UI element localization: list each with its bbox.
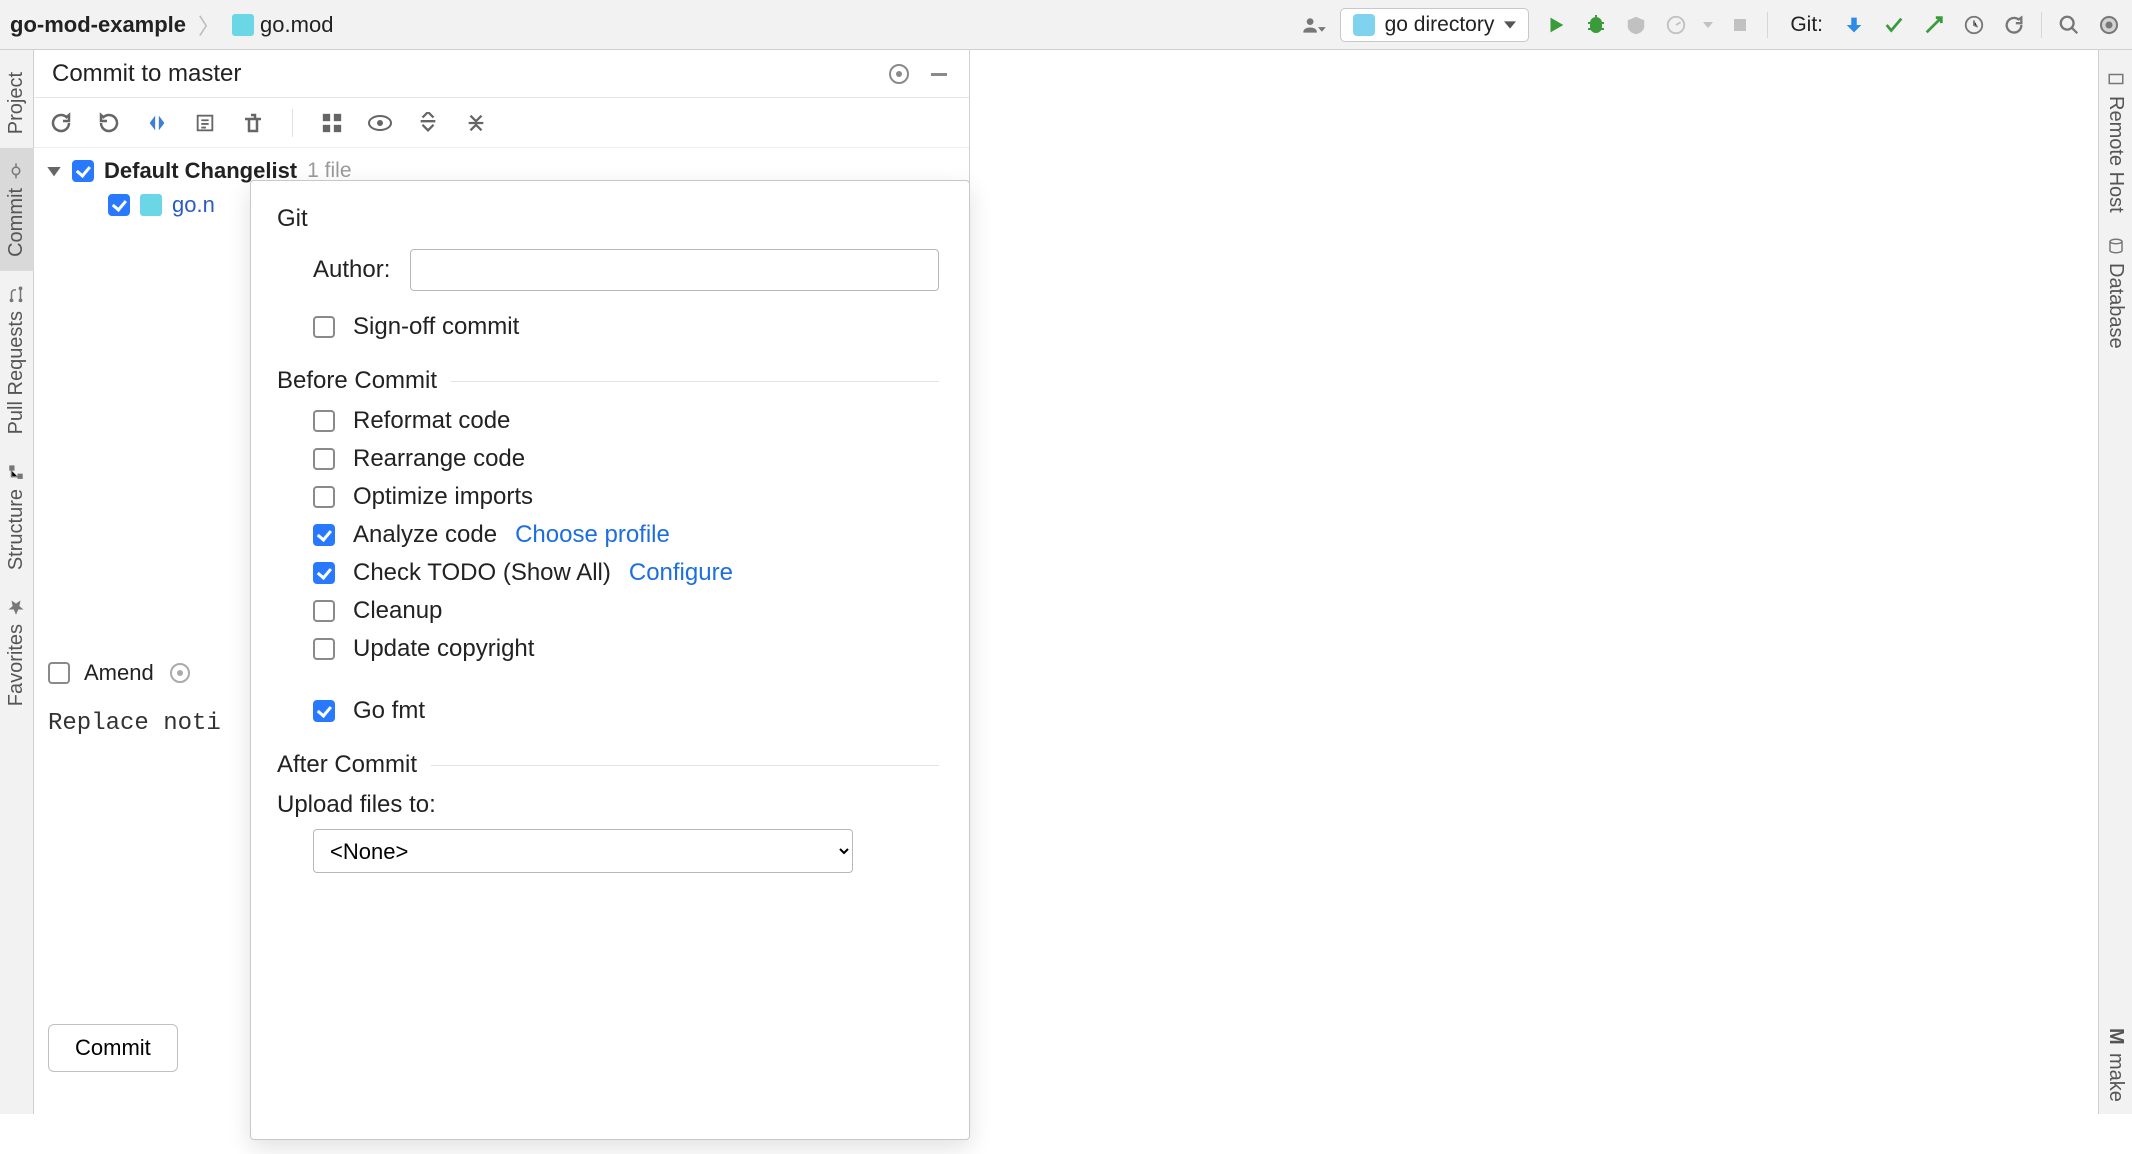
changelist-checkbox[interactable] [72, 160, 94, 182]
chevron-down-icon[interactable] [46, 163, 62, 179]
collapse-all-icon[interactable] [463, 110, 489, 136]
tab-database[interactable]: Database [2098, 225, 2132, 361]
minimize-icon[interactable] [927, 62, 951, 86]
analyze-label: Analyze code [353, 521, 497, 549]
tab-make[interactable]: Mmake [2098, 1016, 2132, 1114]
gopher-icon [1353, 14, 1375, 36]
todo-link[interactable]: Configure [629, 559, 733, 587]
upload-label: Upload files to: [277, 791, 939, 819]
push-icon[interactable] [1921, 12, 1947, 38]
tab-structure[interactable]: Structure [0, 449, 34, 584]
breadcrumb-project[interactable]: go-mod-example [10, 12, 186, 38]
signoff-label: Sign-off commit [353, 313, 519, 341]
breadcrumb-file[interactable]: go.mod [260, 12, 333, 38]
right-tool-strip: Remote Host Database Mmake [2098, 50, 2132, 1114]
rollback-icon[interactable] [2001, 12, 2027, 38]
left-tool-strip: Project Commit Pull Requests Structure F… [0, 50, 34, 1114]
commit-button[interactable]: Commit [48, 1024, 178, 1072]
profile-button[interactable] [1663, 12, 1689, 38]
run-button[interactable] [1543, 12, 1569, 38]
amend-checkbox[interactable] [48, 662, 70, 684]
reformat-label: Reformat code [353, 407, 510, 435]
amend-label: Amend [84, 660, 154, 686]
after-commit-header: After Commit [277, 751, 417, 779]
debug-button[interactable] [1583, 12, 1609, 38]
gofmt-label: Go fmt [353, 697, 425, 725]
tab-favorites[interactable]: Favorites [0, 584, 34, 720]
gofmt-checkbox[interactable] [313, 700, 335, 722]
todo-checkbox[interactable] [313, 562, 335, 584]
group-by-dir-icon[interactable] [319, 110, 345, 136]
breadcrumb: go-mod-example 〉 go.mod [10, 9, 333, 41]
optimize-checkbox[interactable] [313, 486, 335, 508]
coverage-button[interactable] [1623, 12, 1649, 38]
tab-pull-requests[interactable]: Pull Requests [0, 271, 34, 448]
cleanup-label: Cleanup [353, 597, 442, 625]
analyze-checkbox[interactable] [313, 524, 335, 546]
shelve-icon[interactable] [240, 110, 266, 136]
todo-label: Check TODO (Show All) [353, 559, 611, 587]
tab-project[interactable]: Project [0, 58, 34, 148]
copyright-label: Update copyright [353, 635, 534, 663]
changelist-icon[interactable] [192, 110, 218, 136]
history-icon[interactable] [1961, 12, 1987, 38]
go-file-icon [232, 14, 254, 36]
git-section-title: Git [277, 205, 939, 233]
file-checkbox[interactable] [108, 194, 130, 216]
run-config-label: go directory [1385, 13, 1495, 37]
run-config-select[interactable]: go directory [1340, 8, 1530, 42]
go-file-icon [140, 194, 162, 216]
cleanup-checkbox[interactable] [313, 600, 335, 622]
commit-options-popup: Git Author: Sign-off commit Before Commi… [250, 180, 970, 1140]
gear-icon[interactable] [168, 661, 192, 685]
signoff-checkbox[interactable] [313, 316, 335, 338]
stop-button[interactable] [1727, 12, 1753, 38]
author-input[interactable] [410, 249, 939, 291]
changed-file-name: go.n [172, 192, 215, 218]
add-config-icon[interactable] [1300, 12, 1326, 38]
commit-panel-title: Commit to master [52, 60, 871, 88]
view-options-icon[interactable] [367, 110, 393, 136]
ide-settings-icon[interactable] [2096, 12, 2122, 38]
chevron-down-icon [1504, 19, 1516, 31]
rearrange-label: Rearrange code [353, 445, 525, 473]
upload-target-select[interactable]: <None> … Always use selected server or g… [313, 829, 853, 873]
rollback-icon[interactable] [96, 110, 122, 136]
rearrange-checkbox[interactable] [313, 448, 335, 470]
commit-toolbar [34, 98, 969, 148]
diff-icon[interactable] [144, 110, 170, 136]
gear-icon[interactable] [887, 62, 911, 86]
refresh-icon[interactable] [48, 110, 74, 136]
analyze-link[interactable]: Choose profile [515, 521, 670, 549]
commit-icon[interactable] [1881, 12, 1907, 38]
before-commit-header: Before Commit [277, 367, 437, 395]
git-label: Git: [1790, 13, 1823, 37]
reformat-checkbox[interactable] [313, 410, 335, 432]
expand-all-icon[interactable] [415, 110, 441, 136]
author-label: Author: [313, 256, 390, 284]
search-everywhere-icon[interactable] [2056, 12, 2082, 38]
nav-bar: go-mod-example 〉 go.mod go directory Git… [0, 0, 2132, 50]
update-project-icon[interactable] [1841, 12, 1867, 38]
optimize-label: Optimize imports [353, 483, 533, 511]
tab-remote-host[interactable]: Remote Host [2098, 58, 2132, 225]
copyright-checkbox[interactable] [313, 638, 335, 660]
tab-commit[interactable]: Commit [0, 148, 34, 271]
chevron-right-icon: 〉 [198, 9, 220, 41]
